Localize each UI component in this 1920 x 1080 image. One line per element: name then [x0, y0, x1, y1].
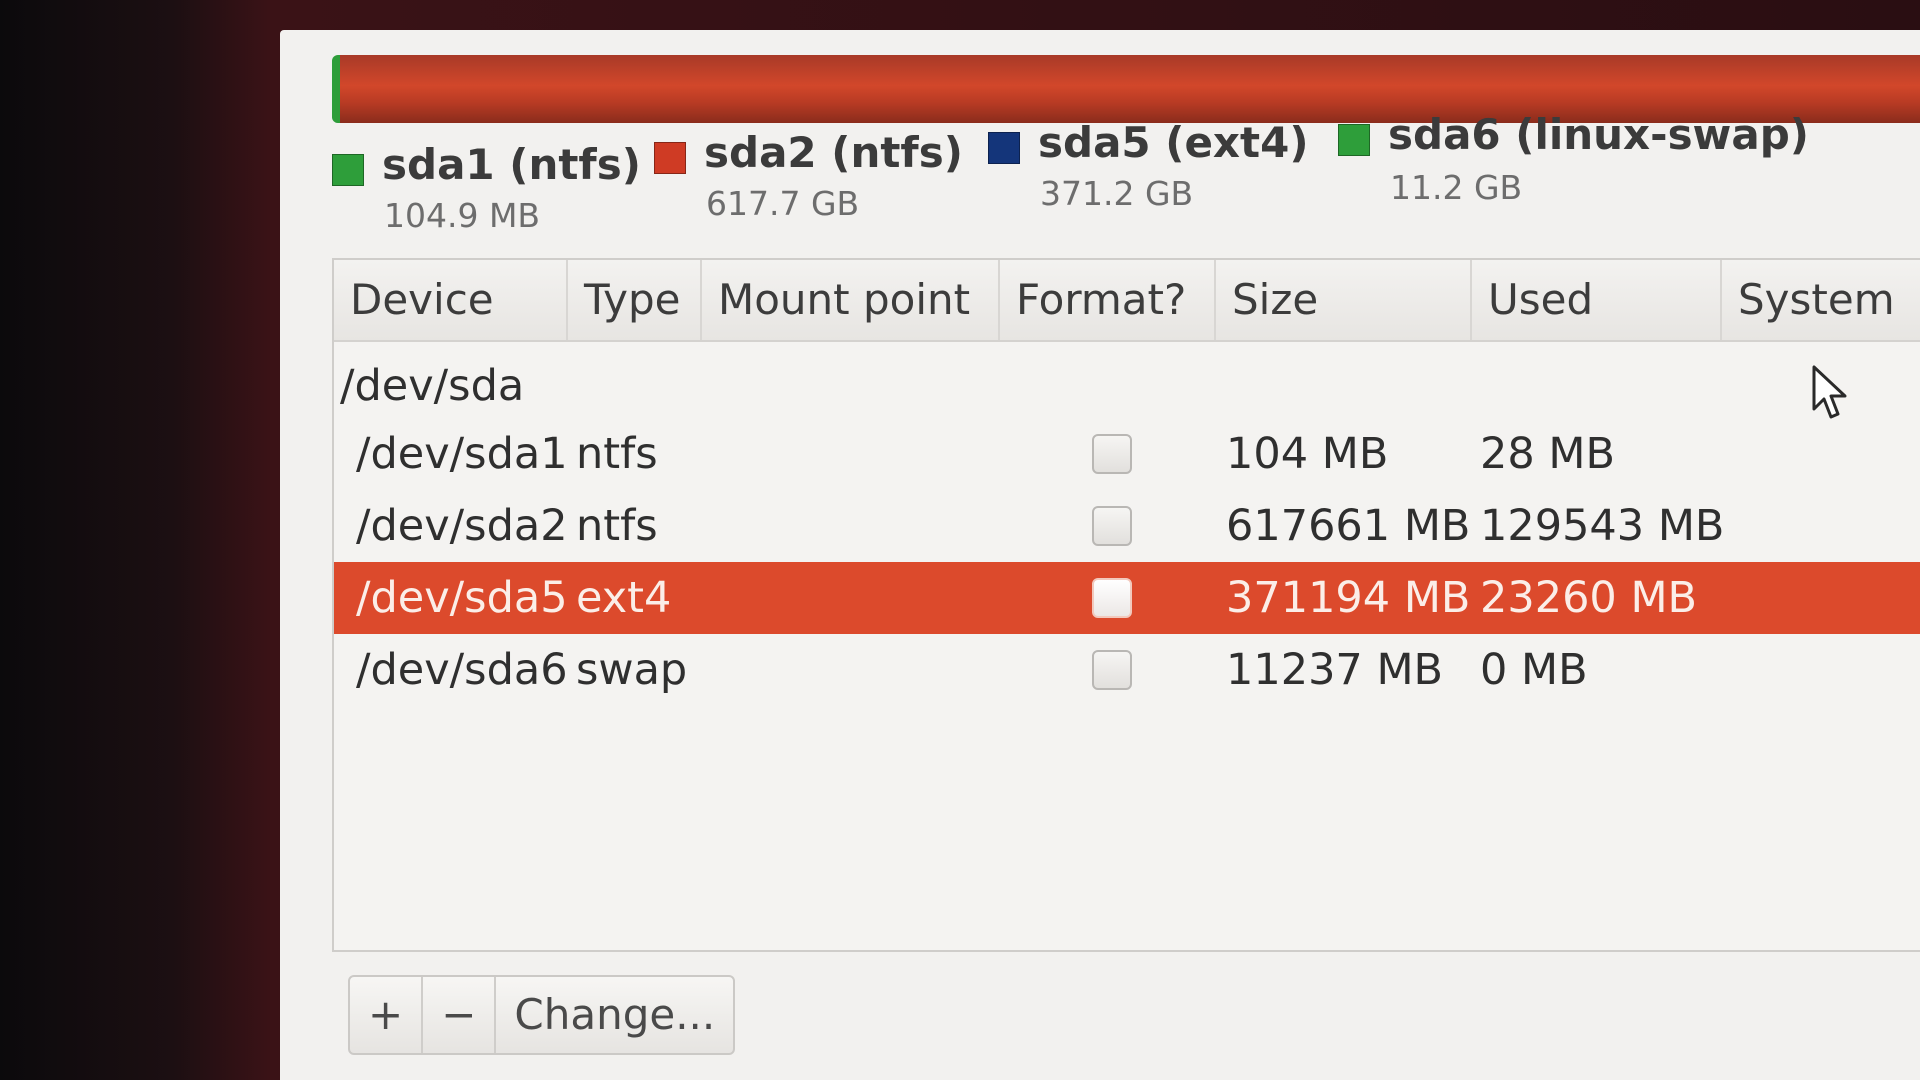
row-size: 104 MB	[1226, 429, 1389, 479]
add-partition-button[interactable]: +	[350, 977, 424, 1053]
partition-legend: sda1 (ntfs) 104.9 MB sda2 (ntfs) 617.7 G…	[330, 110, 1890, 238]
row-type: swap	[576, 645, 688, 695]
format-checkbox[interactable]	[1092, 578, 1132, 618]
table-row-sda2[interactable]: /dev/sda2 ntfs 617661 MB 129543 MB	[334, 490, 1920, 562]
legend-name-sda2: sda2 (ntfs)	[704, 128, 963, 177]
remove-partition-button[interactable]: −	[423, 977, 497, 1053]
row-used: 28 MB	[1480, 429, 1615, 479]
legend-name-sda5: sda5 (ext4)	[1038, 118, 1309, 167]
disk-device-label: /dev/sda	[340, 361, 525, 411]
legend-swatch-sda2	[654, 142, 686, 174]
row-size: 11237 MB	[1226, 645, 1444, 695]
table-row-sda6[interactable]: /dev/sda6 swap 11237 MB 0 MB	[334, 634, 1920, 706]
column-header-type[interactable]: Type	[568, 260, 702, 340]
column-header-format[interactable]: Format?	[1000, 260, 1216, 340]
legend-size-sda1: 104.9 MB	[384, 196, 541, 235]
legend-size-sda6: 11.2 GB	[1390, 168, 1523, 207]
legend-swatch-sda6	[1338, 124, 1370, 156]
table-row-sda5[interactable]: /dev/sda5 ext4 371194 MB 23260 MB	[334, 562, 1920, 634]
row-type: ext4	[576, 573, 672, 623]
table-header: Device Type Mount point Format? Size Use…	[334, 260, 1920, 342]
row-used: 0 MB	[1480, 645, 1588, 695]
row-device: /dev/sda1	[356, 429, 568, 479]
legend-swatch-sda1	[332, 154, 364, 186]
row-used: 23260 MB	[1480, 573, 1698, 623]
legend-name-sda6: sda6 (linux-swap)	[1388, 110, 1809, 159]
column-header-size[interactable]: Size	[1216, 260, 1472, 340]
legend-swatch-sda5	[988, 132, 1020, 164]
row-device: /dev/sda5	[356, 573, 568, 623]
column-header-device[interactable]: Device	[334, 260, 568, 340]
partition-toolbar: + − Change...	[348, 975, 736, 1055]
mouse-cursor-icon	[1812, 365, 1847, 419]
change-partition-button[interactable]: Change...	[496, 977, 733, 1053]
legend-size-sda5: 371.2 GB	[1040, 174, 1194, 213]
row-device: /dev/sda6	[356, 645, 568, 695]
row-type: ntfs	[576, 429, 658, 479]
column-header-used[interactable]: Used	[1472, 260, 1722, 340]
partition-table[interactable]: Device Type Mount point Format? Size Use…	[332, 258, 1920, 952]
row-used: 129543 MB	[1480, 501, 1725, 551]
legend-name-sda1: sda1 (ntfs)	[382, 140, 641, 189]
partition-bar-segment-sda1	[332, 55, 340, 123]
row-device: /dev/sda2	[356, 501, 568, 551]
legend-size-sda2: 617.7 GB	[706, 184, 860, 223]
row-type: ntfs	[576, 501, 658, 551]
table-row-sda1[interactable]: /dev/sda1 ntfs 104 MB 28 MB	[334, 418, 1920, 490]
row-size: 617661 MB	[1226, 501, 1471, 551]
format-checkbox[interactable]	[1092, 506, 1132, 546]
table-row-disk[interactable]: /dev/sda	[334, 350, 1920, 422]
column-header-system[interactable]: System	[1722, 260, 1920, 340]
column-header-mount-point[interactable]: Mount point	[702, 260, 1000, 340]
format-checkbox[interactable]	[1092, 434, 1132, 474]
format-checkbox[interactable]	[1092, 650, 1132, 690]
row-size: 371194 MB	[1226, 573, 1471, 623]
